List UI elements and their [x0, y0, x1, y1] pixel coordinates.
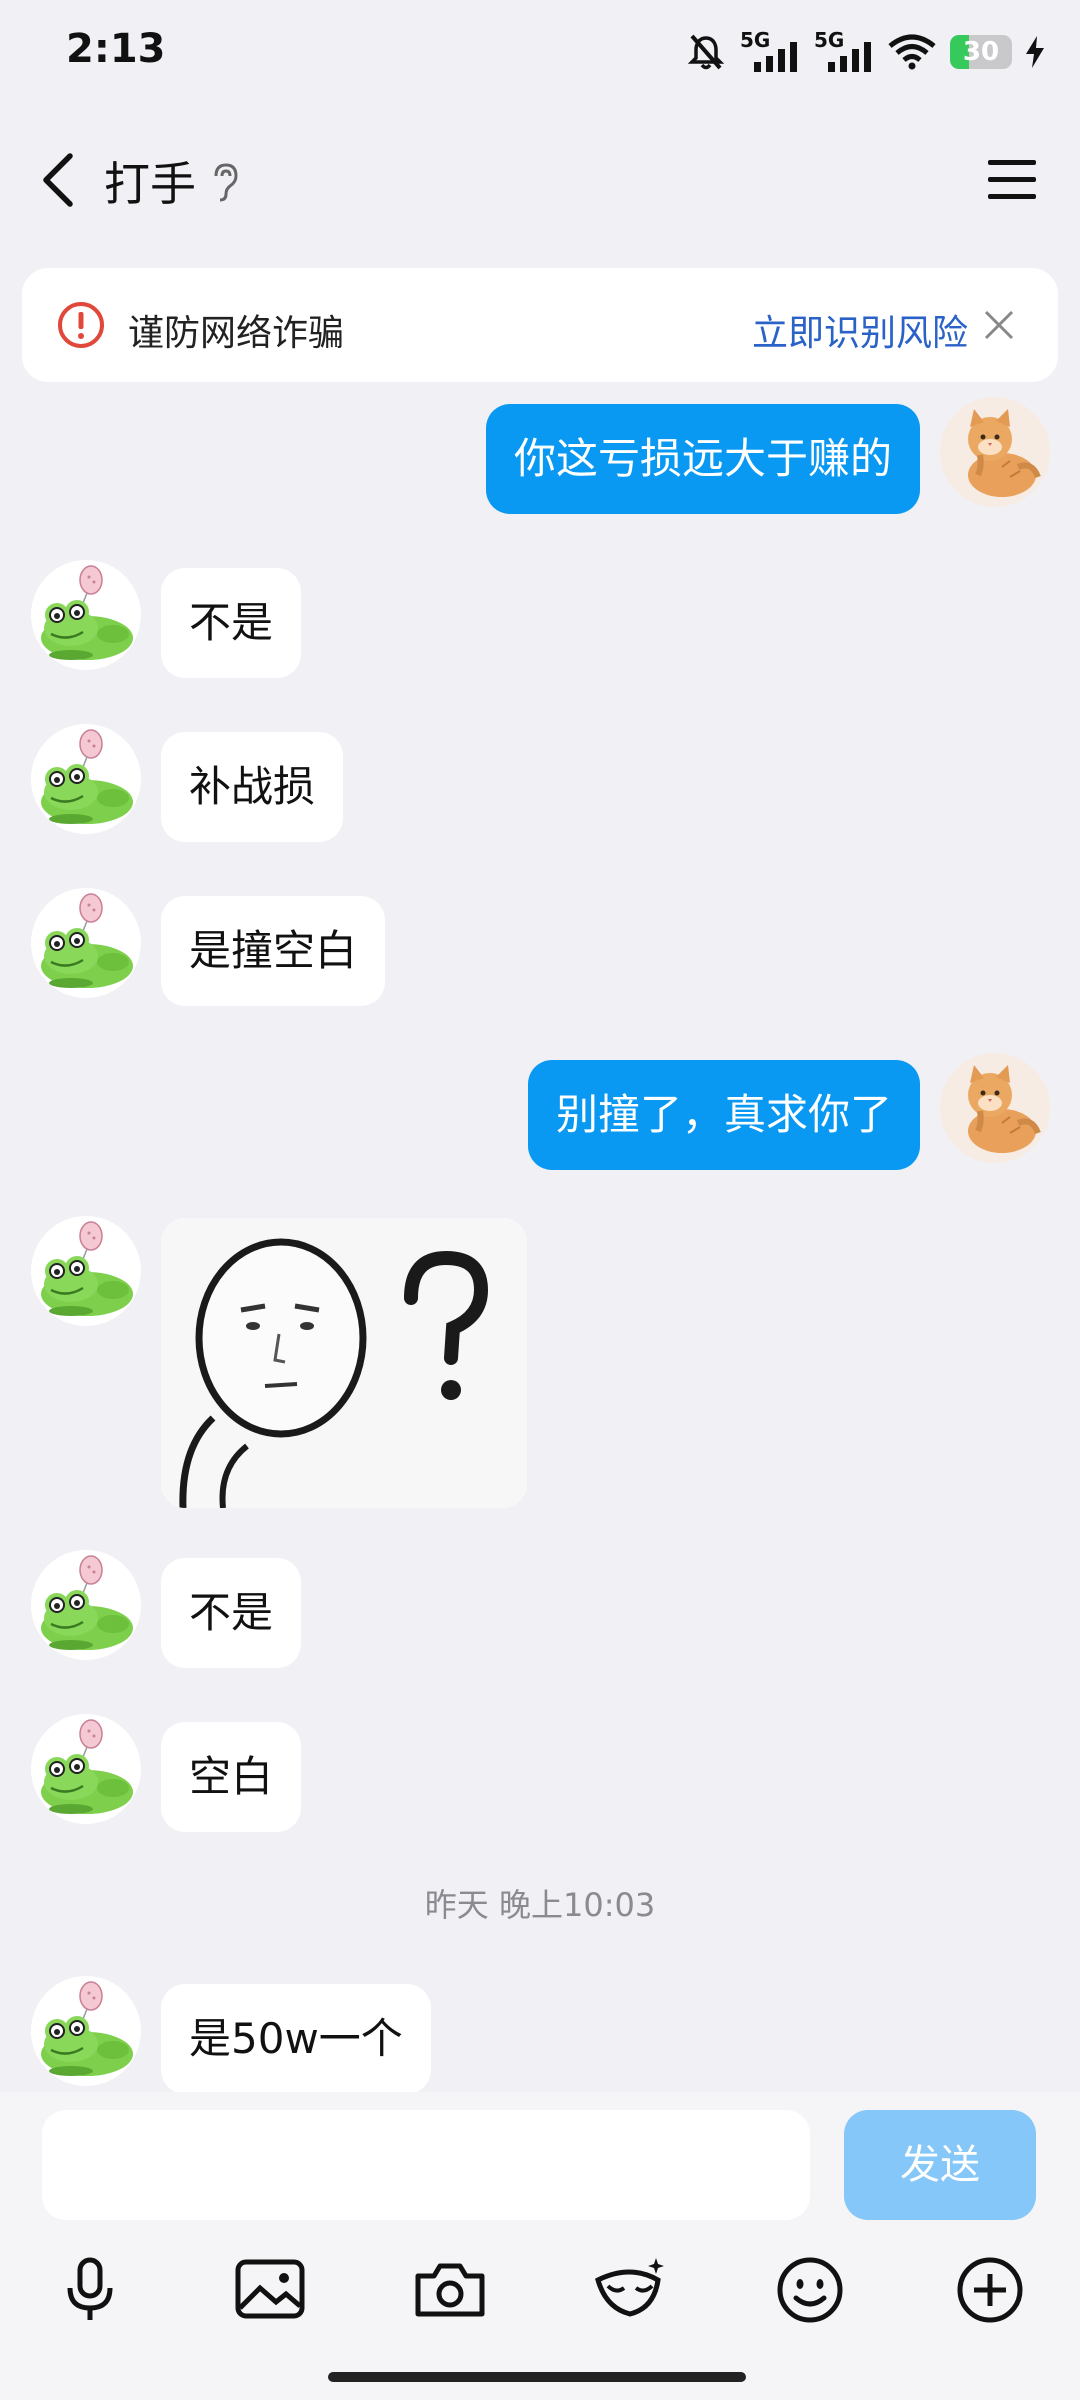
- message-bubble-incoming[interactable]: 补战损: [161, 732, 344, 842]
- menu-icon[interactable]: [984, 154, 1040, 206]
- chat-screen: 2:13 5G 5G 30 打手 谨防网络诈骗 立即识别风险 你这亏损远大于赚的…: [0, 0, 1080, 2400]
- fraud-warning-text: 谨防网络诈骗: [128, 313, 345, 354]
- emoji-icon[interactable]: [770, 2250, 850, 2330]
- confused-face-sticker-image: [161, 1218, 527, 1508]
- chat-title[interactable]: 打手: [104, 148, 196, 214]
- battery-level: 30: [962, 37, 1000, 67]
- message-bubble-incoming[interactable]: 是撞空白: [161, 896, 386, 1006]
- message-bubble-incoming[interactable]: 不是: [161, 1558, 302, 1668]
- message-bubble-outgoing[interactable]: 你这亏损远大于赚的: [485, 404, 920, 514]
- input-area: 发送: [0, 2092, 1080, 2400]
- signal-5g-icon-2: 5G: [814, 28, 874, 72]
- ear-icon[interactable]: [210, 162, 240, 202]
- message-bubble-incoming[interactable]: 不是: [161, 568, 302, 678]
- contact-avatar[interactable]: [31, 1216, 141, 1326]
- microphone-icon[interactable]: [50, 2250, 130, 2330]
- input-toolbar: [0, 2250, 1080, 2350]
- contact-avatar[interactable]: [31, 1550, 141, 1660]
- identify-risk-link[interactable]: 立即识别风险: [752, 304, 968, 356]
- mute-bell-icon: [687, 34, 725, 70]
- message-bubble-incoming[interactable]: 是50w一个: [161, 1984, 431, 2094]
- status-icons: 5G 5G 30: [686, 28, 1044, 72]
- my-avatar[interactable]: [940, 1053, 1050, 1163]
- send-button[interactable]: 发送: [844, 2110, 1036, 2220]
- status-time: 2:13: [66, 26, 166, 72]
- image-icon[interactable]: [230, 2250, 310, 2330]
- contact-avatar[interactable]: [31, 888, 141, 998]
- camera-icon[interactable]: [410, 2250, 490, 2330]
- warning-circle-icon: [58, 302, 104, 348]
- contact-avatar[interactable]: [31, 1714, 141, 1824]
- contact-avatar[interactable]: [31, 560, 141, 670]
- signal-5g-icon: 5G: [740, 28, 800, 72]
- message-input[interactable]: [42, 2110, 810, 2220]
- contact-avatar[interactable]: [31, 724, 141, 834]
- add-plus-icon[interactable]: [950, 2250, 1030, 2330]
- wifi-icon: [888, 34, 936, 70]
- message-bubble-incoming[interactable]: 空白: [161, 1722, 302, 1832]
- chat-header: 打手: [0, 130, 1080, 230]
- charging-bolt-icon: [1026, 36, 1044, 68]
- ai-mask-icon[interactable]: [590, 2250, 670, 2330]
- message-bubble-outgoing[interactable]: 别撞了，真求你了: [527, 1060, 920, 1170]
- battery-icon: 30: [950, 35, 1012, 69]
- confused-face-sticker[interactable]: [161, 1218, 527, 1508]
- back-arrow-icon[interactable]: [36, 150, 86, 210]
- my-avatar[interactable]: [940, 397, 1050, 507]
- status-bar: 2:13 5G 5G 30: [0, 0, 1080, 110]
- contact-avatar[interactable]: [31, 1976, 141, 2086]
- home-indicator[interactable]: [328, 2372, 746, 2382]
- close-icon[interactable]: [982, 308, 1016, 342]
- message-timestamp: 昨天 晚上10:03: [424, 1886, 656, 1924]
- fraud-warning-banner: 谨防网络诈骗 立即识别风险: [22, 268, 1058, 382]
